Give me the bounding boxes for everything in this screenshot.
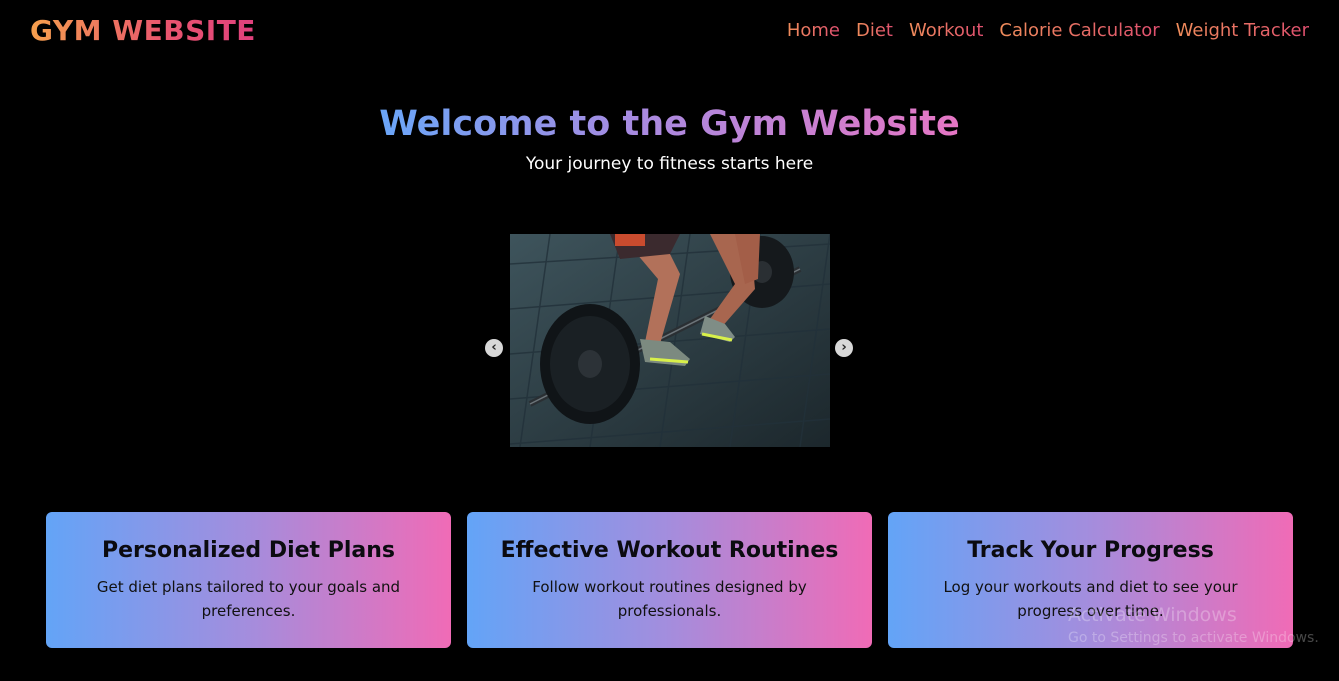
- carousel-next-button[interactable]: ›: [835, 339, 853, 357]
- nav-diet[interactable]: Diet: [856, 20, 893, 41]
- nav-weight-tracker[interactable]: Weight Tracker: [1176, 20, 1309, 41]
- carousel-image: [510, 234, 830, 447]
- deadlift-photo: [510, 234, 830, 447]
- card-title: Effective Workout Routines: [500, 538, 839, 563]
- hero-subtitle: Your journey to fitness starts here: [525, 154, 814, 174]
- chevron-right-icon: ›: [841, 340, 847, 355]
- carousel-prev-button[interactable]: ‹: [485, 339, 503, 357]
- watermark-title: Activate Windows: [1068, 604, 1237, 626]
- hero-title: Welcome to the Gym Website: [0, 104, 1339, 144]
- watermark-subtitle: Go to Settings to activate Windows.: [1068, 630, 1319, 646]
- nav-workout[interactable]: Workout: [909, 20, 983, 41]
- card-title: Track Your Progress: [967, 538, 1214, 563]
- nav-home[interactable]: Home: [787, 20, 840, 41]
- card-text: Get diet plans tailored to your goals an…: [96, 578, 401, 620]
- nav-calorie-calculator[interactable]: Calorie Calculator: [999, 20, 1159, 41]
- page: GYM WEBSITE Home Diet Workout Calorie Ca…: [0, 0, 1339, 681]
- feature-card-diet[interactable]: Personalized Diet Plans Get diet plans t…: [46, 512, 451, 648]
- card-text: Follow workout routines designed by prof…: [532, 578, 807, 620]
- activate-windows-watermark: Activate Windows Go to Settings to activ…: [1068, 604, 1319, 646]
- site-header: GYM WEBSITE Home Diet Workout Calorie Ca…: [0, 0, 1339, 66]
- card-title: Personalized Diet Plans: [102, 538, 395, 563]
- main-nav: Home Diet Workout Calorie Calculator Wei…: [787, 20, 1309, 41]
- feature-card-workout[interactable]: Effective Workout Routines Follow workou…: [467, 512, 872, 648]
- site-logo[interactable]: GYM WEBSITE: [30, 14, 256, 47]
- chevron-left-icon: ‹: [491, 340, 497, 355]
- hero-title-text: Welcome to the Gym Website: [379, 104, 960, 144]
